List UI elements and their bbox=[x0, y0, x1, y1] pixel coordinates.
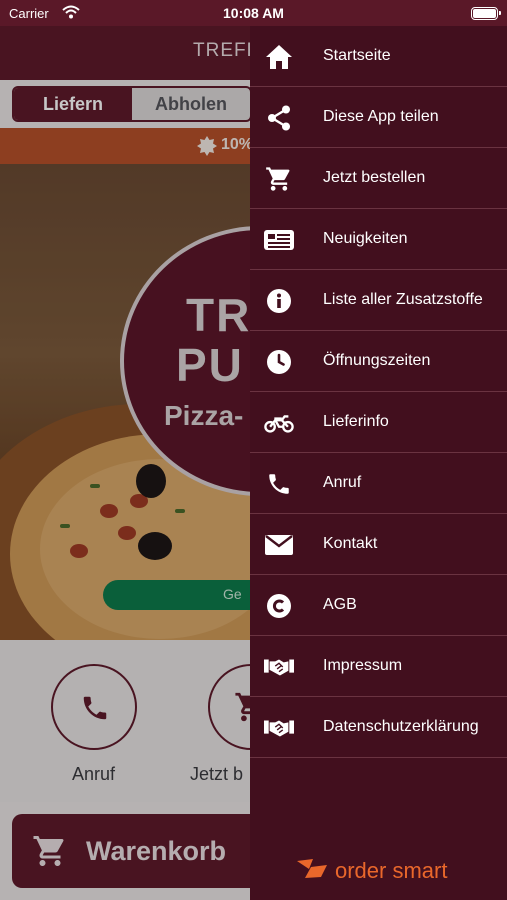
menu-label: Datenschutzerklärung bbox=[323, 718, 479, 735]
menu-label: Öffnungszeiten bbox=[323, 352, 431, 369]
clock-time: 10:08 AM bbox=[223, 5, 284, 21]
order-smart-logo-icon bbox=[295, 857, 329, 884]
menu-item-terms[interactable]: AGB bbox=[250, 575, 507, 636]
brand-text: order smart bbox=[335, 857, 448, 883]
menu-label: Anruf bbox=[323, 474, 362, 491]
menu-item-delivery-info[interactable]: Lieferinfo bbox=[250, 392, 507, 453]
battery-icon bbox=[471, 7, 501, 20]
status-bar: Carrier 10:08 AM bbox=[0, 0, 507, 26]
menu-label: AGB bbox=[323, 596, 357, 613]
home-icon bbox=[264, 43, 294, 71]
menu-item-call[interactable]: Anruf bbox=[250, 453, 507, 514]
copyright-icon bbox=[264, 592, 294, 620]
handshake-icon bbox=[264, 714, 294, 742]
cart-icon bbox=[264, 165, 294, 193]
menu-label: Kontakt bbox=[323, 535, 378, 552]
motorbike-icon bbox=[264, 409, 294, 437]
menu-item-opening-hours[interactable]: Öffnungszeiten bbox=[250, 331, 507, 392]
menu-item-news[interactable]: Neuigkeiten bbox=[250, 209, 507, 270]
info-icon bbox=[264, 287, 294, 315]
menu-item-additives[interactable]: Liste aller Zusatzstoffe bbox=[250, 270, 507, 331]
menu-label: Startseite bbox=[323, 47, 391, 64]
news-icon bbox=[264, 226, 294, 254]
drawer-overlay[interactable] bbox=[0, 26, 250, 900]
menu-item-order[interactable]: Jetzt bestellen bbox=[250, 148, 507, 209]
phone-icon bbox=[264, 470, 294, 498]
envelope-icon bbox=[264, 531, 294, 559]
menu-item-home[interactable]: Startseite bbox=[250, 26, 507, 87]
menu-label: Neuigkeiten bbox=[323, 230, 408, 247]
menu-item-imprint[interactable]: Impressum bbox=[250, 636, 507, 697]
menu-label: Impressum bbox=[323, 657, 403, 674]
brand-logo: order smart bbox=[295, 857, 447, 884]
menu-label: Lieferinfo bbox=[323, 413, 389, 430]
menu-label: Diese App teilen bbox=[323, 108, 439, 125]
share-icon bbox=[264, 104, 294, 132]
clock-icon bbox=[264, 348, 294, 376]
menu-label: Liste aller Zusatzstoffe bbox=[323, 291, 483, 308]
menu-item-contact[interactable]: Kontakt bbox=[250, 514, 507, 575]
menu-item-privacy[interactable]: Datenschutzerklärung bbox=[250, 697, 507, 758]
menu-label: Jetzt bestellen bbox=[323, 169, 426, 186]
handshake-icon bbox=[264, 653, 294, 681]
menu-item-share[interactable]: Diese App teilen bbox=[250, 87, 507, 148]
navigation-drawer: Startseite Diese App teilen Jetzt bestel… bbox=[250, 26, 507, 900]
